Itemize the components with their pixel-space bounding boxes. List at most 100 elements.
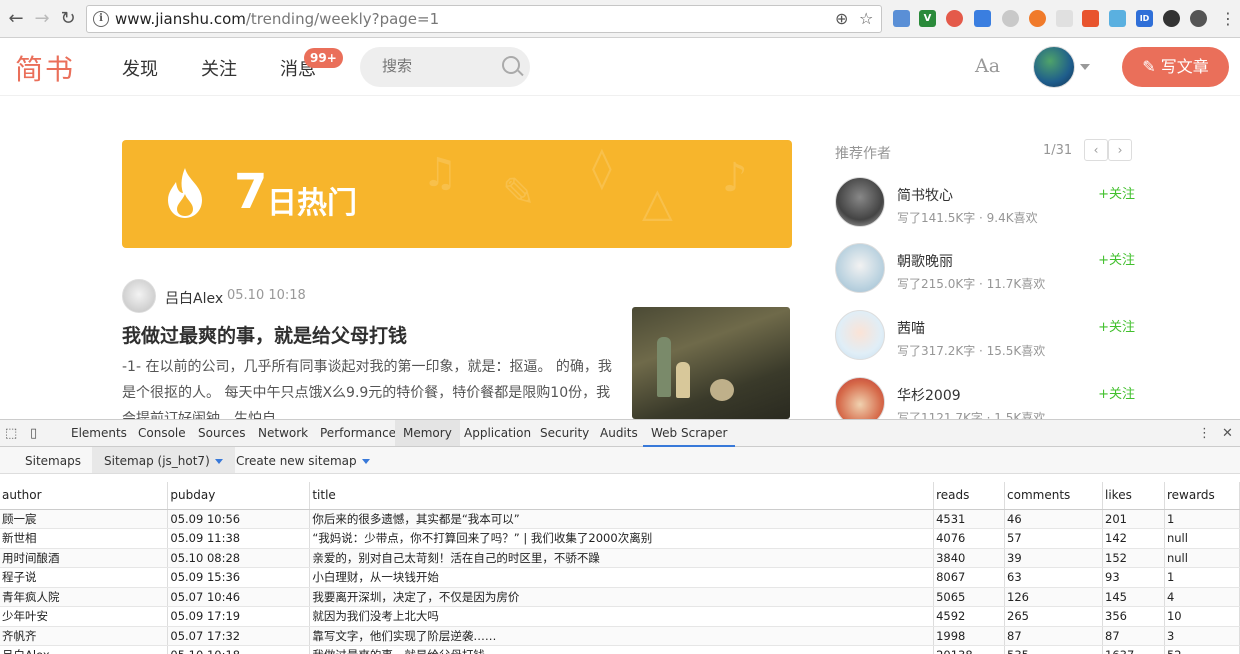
table-cell: 用时间酿酒 <box>0 548 169 568</box>
table-row: 用时间酿酒 05.10 08:28 亲爱的，别对自己太苛刻！活在自己的时区里，不骄不… <box>0 548 1240 568</box>
sitemap-dropdown[interactable]: Sitemap (js_hot7) <box>92 447 235 473</box>
extension-icon[interactable] <box>1109 10 1126 27</box>
inspect-element-icon[interactable]: ⬚ <box>5 426 17 441</box>
table-cell: 20138 <box>933 645 1006 654</box>
thumbnail-figure <box>657 337 671 397</box>
address-bar[interactable]: i www.jianshu.com/trending/weekly?page=1… <box>86 5 882 33</box>
author-stat: 写了317.2K字 · 15.5K喜欢 <box>897 344 1046 358</box>
table-row: 顾一宸 05.09 10:56 你后来的很多遗憾，其实都是“我本可以” 4531 46 2… <box>0 509 1240 529</box>
table-cell: 39 <box>1004 548 1104 568</box>
site-header: 简书 发现 关注 消息 99+ Aa ✎ 写文章 <box>0 38 1240 96</box>
extension-icon[interactable] <box>1029 10 1046 27</box>
tab-security[interactable]: Security <box>540 426 589 440</box>
table-cell: 87 <box>1102 626 1165 646</box>
device-toolbar-icon[interactable]: ▯ <box>30 426 37 441</box>
table-cell: 05.10 10:18 <box>167 645 311 654</box>
extension-icon[interactable] <box>893 10 910 27</box>
author-avatar[interactable] <box>835 310 885 360</box>
table-row: 吕白Alex05.10 10:18我做过最爽的事，就是给父母打钱20138535… <box>0 645 1240 654</box>
table-row: 少年叶安 05.09 17:19 就因为我们没考上北大吗 4592 265 356 10 <box>0 606 1240 627</box>
close-icon[interactable]: ✕ <box>1222 426 1233 441</box>
search-input[interactable] <box>382 57 492 75</box>
table-cell: 靠写文字，他们实现了阶层逆袭…… <box>309 626 935 646</box>
extension-icon[interactable] <box>974 10 991 27</box>
info-icon[interactable]: i <box>93 11 109 27</box>
search-box[interactable] <box>360 47 530 87</box>
follow-button[interactable]: +关注 <box>1098 383 1135 402</box>
tab-web-scraper[interactable]: Web Scraper <box>643 420 736 447</box>
tab-performance[interactable]: Performance <box>320 426 396 440</box>
table-cell: 52 <box>1164 645 1240 654</box>
article-author[interactable]: 吕白Alex <box>165 288 223 308</box>
office-icon[interactable] <box>1082 10 1099 27</box>
extension-icon[interactable] <box>946 10 963 27</box>
recommended-author[interactable]: 简书牧心 写了141.5K字 · 9.4K喜欢 +关注 <box>835 177 1135 229</box>
write-article-button[interactable]: ✎ 写文章 <box>1122 47 1229 87</box>
tab-application[interactable]: Application <box>464 426 531 440</box>
extension-icon[interactable] <box>1190 10 1207 27</box>
extension-icon[interactable] <box>1056 10 1073 27</box>
table-cell: 3 <box>1164 626 1240 646</box>
create-sitemap-dropdown[interactable]: Create new sitemap <box>236 454 370 468</box>
table-cell: 05.10 08:28 <box>167 548 311 568</box>
bookmark-star-icon[interactable]: ☆ <box>859 9 873 28</box>
author-name[interactable]: 朝歌晚丽 <box>897 251 953 271</box>
font-setting-icon[interactable]: Aa <box>975 55 1000 77</box>
author-name[interactable]: 茜喵 <box>897 318 925 338</box>
forward-arrow-icon[interactable]: → <box>30 7 54 31</box>
tab-memory[interactable]: Memory <box>395 420 460 446</box>
table-cell: 1637 <box>1102 645 1165 654</box>
recommended-authors-title: 推荐作者 <box>835 146 891 162</box>
extension-icon[interactable] <box>1002 10 1019 27</box>
tab-sources[interactable]: Sources <box>198 426 245 440</box>
extension-icon[interactable]: ID <box>1136 10 1153 27</box>
menu-kebab-icon[interactable]: ⋮ <box>1216 7 1240 31</box>
table-cell: 57 <box>1004 528 1104 549</box>
url-text[interactable]: www.jianshu.com/trending/weekly?page=1 <box>115 10 439 28</box>
table-cell: 我做过最爽的事，就是给父母打钱 <box>309 645 935 654</box>
table-cell: 93 <box>1102 567 1165 588</box>
sitemaps-link[interactable]: Sitemaps <box>25 454 81 468</box>
extension-icon[interactable]: V <box>919 10 936 27</box>
author-avatar[interactable] <box>835 243 885 293</box>
column-header: author <box>0 482 169 510</box>
next-page-button[interactable]: › <box>1108 139 1132 161</box>
table-header-row: author pubday title reads comments likes… <box>0 482 1240 510</box>
table-cell: 3840 <box>933 548 1006 568</box>
article-title[interactable]: 我做过最爽的事，就是给父母打钱 <box>122 321 407 348</box>
tab-elements[interactable]: Elements <box>71 426 127 440</box>
menu-kebab-icon[interactable]: ⋮ <box>1198 426 1211 441</box>
nav-follow[interactable]: 关注 <box>201 55 237 81</box>
nav-discover[interactable]: 发现 <box>122 55 158 81</box>
tab-audits[interactable]: Audits <box>600 426 638 440</box>
author-name[interactable]: 简书牧心 <box>897 185 953 205</box>
follow-button[interactable]: +关注 <box>1098 249 1135 268</box>
tab-network[interactable]: Network <box>258 426 308 440</box>
avatar[interactable] <box>1033 46 1075 88</box>
trending-banner[interactable]: ♫ ✎ ◊ △ ♪ 7 日热门 <box>122 140 792 248</box>
article-author-avatar[interactable] <box>122 279 156 313</box>
thumbnail-figure <box>676 362 690 398</box>
zoom-icon[interactable]: ⊕ <box>835 9 848 28</box>
search-icon[interactable] <box>502 56 520 74</box>
article-thumbnail[interactable] <box>632 307 790 419</box>
logo[interactable]: 简书 <box>15 48 75 88</box>
follow-button[interactable]: +关注 <box>1098 316 1135 335</box>
table-cell: 少年叶安 <box>0 606 169 627</box>
tab-console[interactable]: Console <box>138 426 186 440</box>
pen-icon: ✎ <box>1142 57 1161 76</box>
recommended-author[interactable]: 茜喵 写了317.2K字 · 15.5K喜欢 +关注 <box>835 310 1135 362</box>
table-cell: 05.09 11:38 <box>167 528 311 549</box>
author-avatar[interactable] <box>835 177 885 227</box>
decorative-pattern: ✎ <box>502 170 536 216</box>
follow-button[interactable]: +关注 <box>1098 183 1135 202</box>
author-name[interactable]: 华杉2009 <box>897 385 961 405</box>
reload-icon[interactable]: ↻ <box>56 7 80 31</box>
back-arrow-icon[interactable]: ← <box>4 7 28 31</box>
prev-page-button[interactable]: ‹ <box>1084 139 1108 161</box>
chevron-down-icon[interactable] <box>1080 64 1090 70</box>
table-cell: 142 <box>1102 528 1165 549</box>
evernote-icon[interactable] <box>1163 10 1180 27</box>
column-header: title <box>309 482 935 510</box>
recommended-author[interactable]: 朝歌晚丽 写了215.0K字 · 11.7K喜欢 +关注 <box>835 243 1135 295</box>
